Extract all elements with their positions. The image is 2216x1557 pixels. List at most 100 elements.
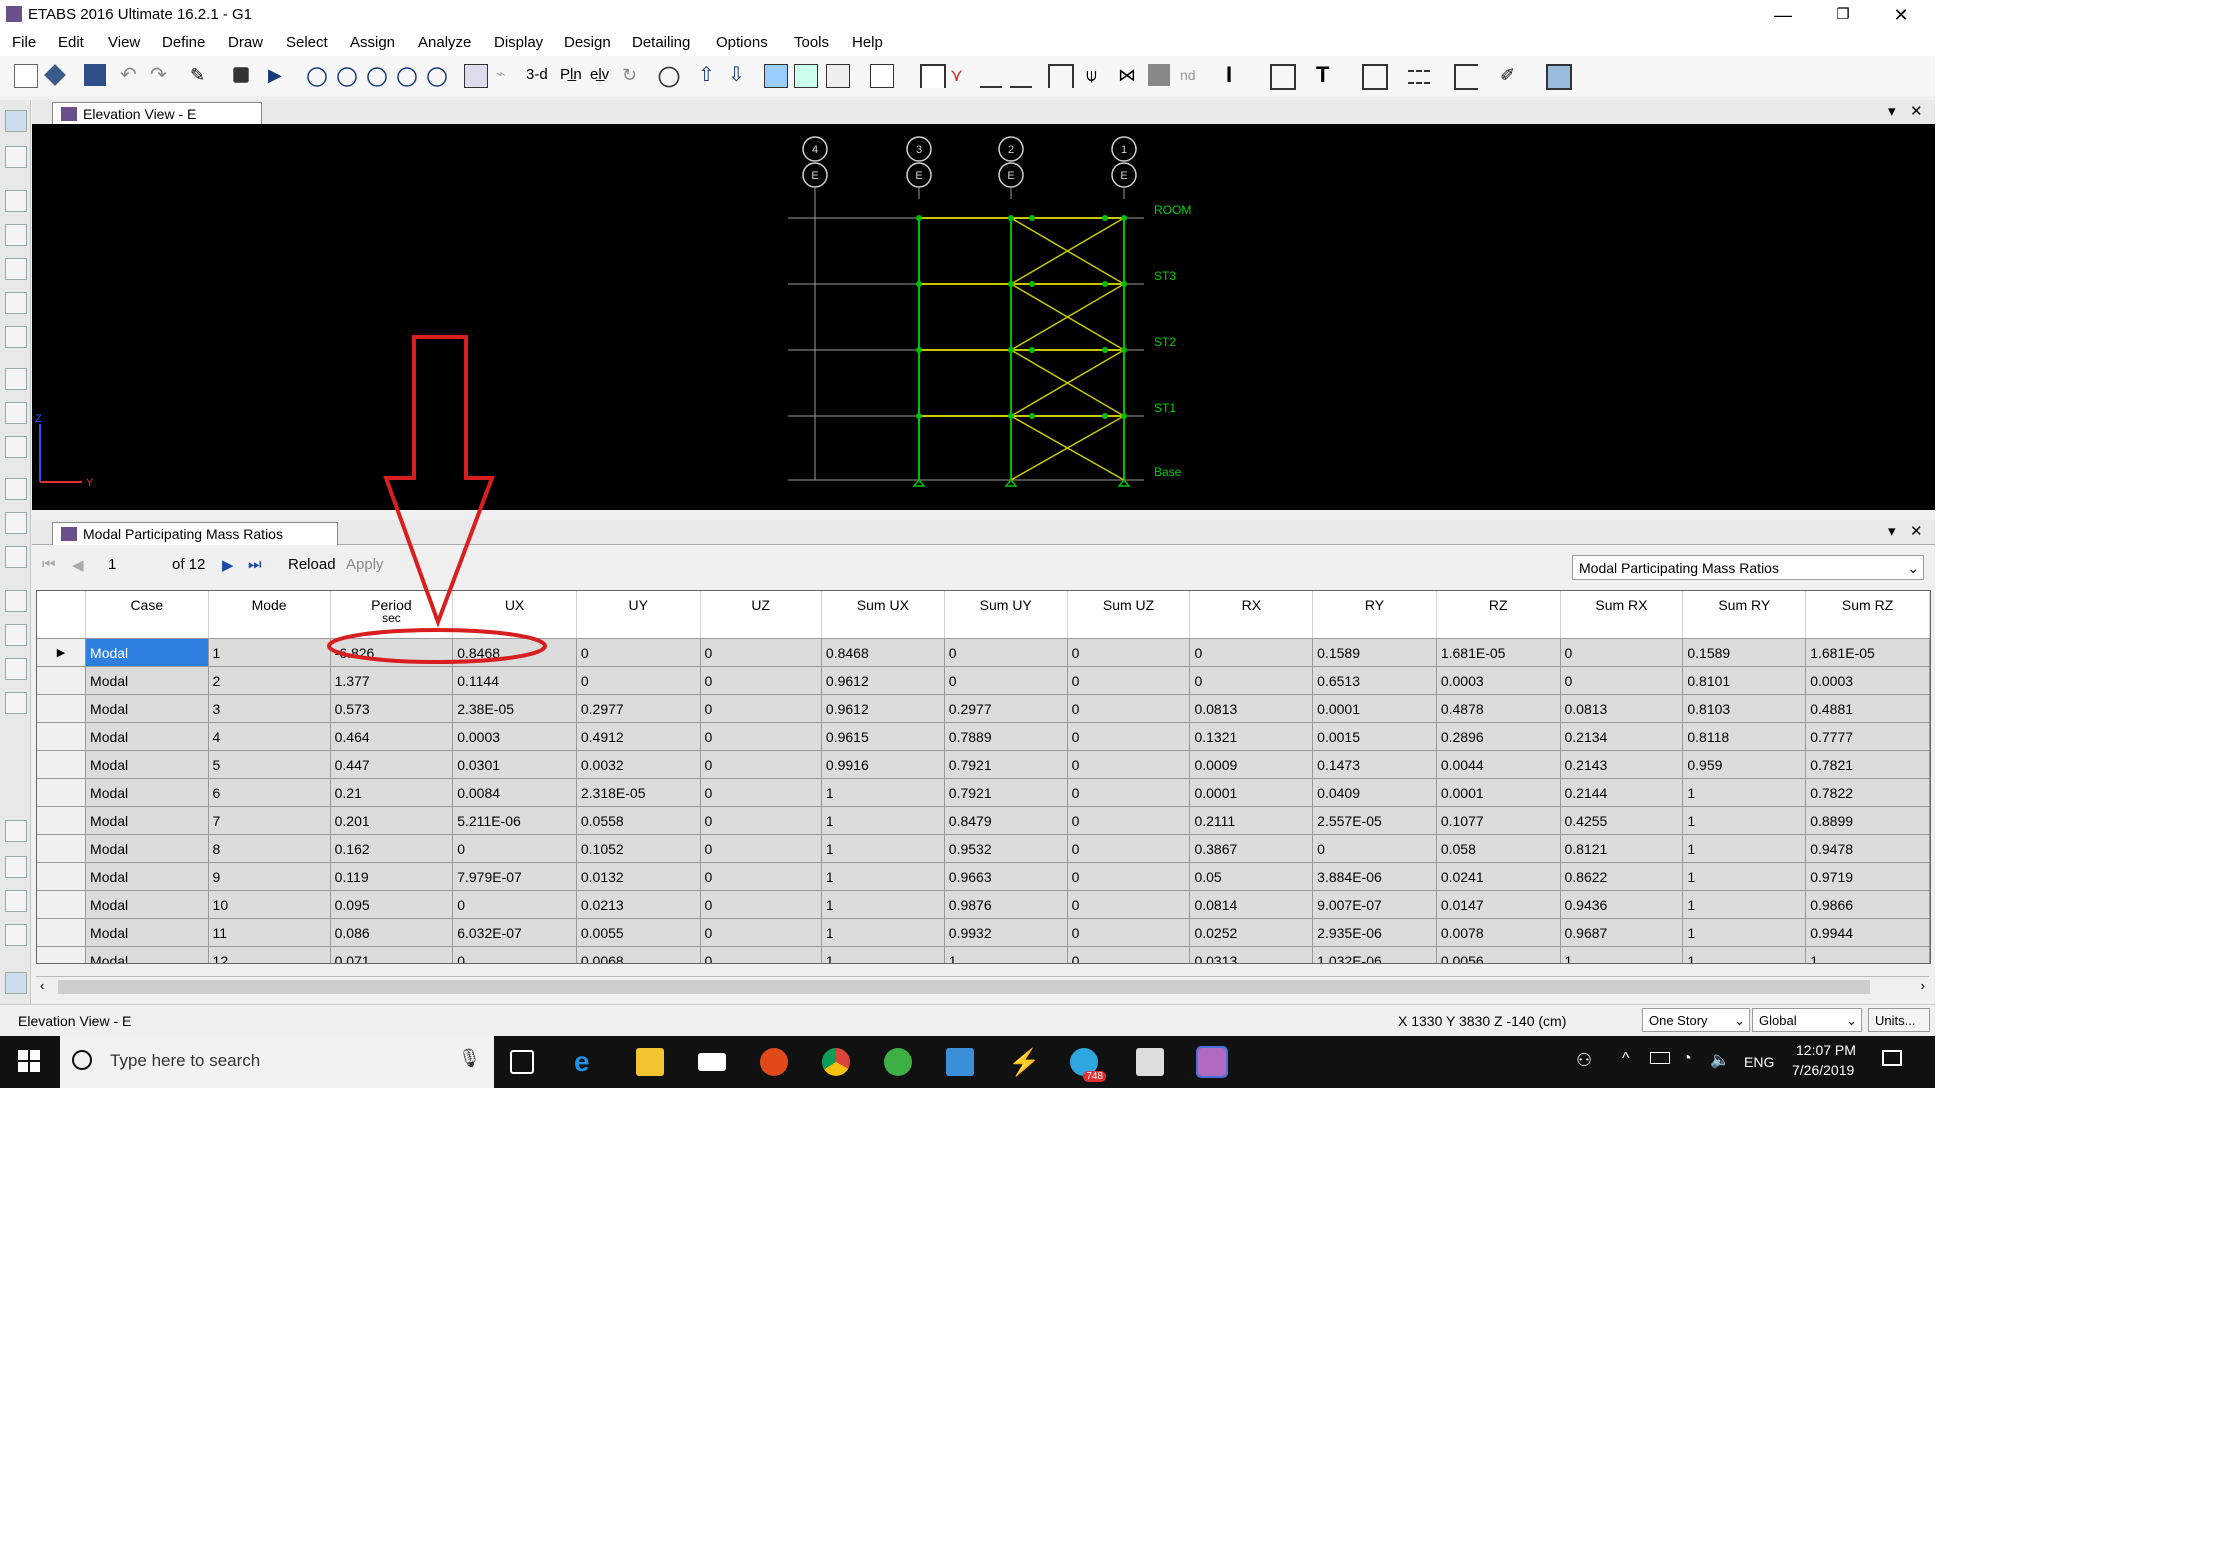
column-header[interactable]: RZ xyxy=(1436,591,1561,639)
table-cell[interactable]: 0 xyxy=(1189,638,1314,667)
snap-icon[interactable] xyxy=(5,924,27,946)
next-page-icon[interactable]: ▶ xyxy=(222,556,234,574)
table-cell[interactable]: 0.9687 xyxy=(1560,918,1684,947)
table-cell[interactable]: 0 xyxy=(700,946,822,963)
building-view-icon[interactable] xyxy=(826,64,850,88)
table-type-select[interactable]: Modal Participating Mass Ratios ⌄ xyxy=(1572,555,1924,580)
table-cell[interactable]: 0.6513 xyxy=(1312,666,1437,695)
menu-analyze[interactable]: Analyze xyxy=(418,34,471,51)
menu-draw[interactable]: Draw xyxy=(228,34,263,51)
table-cell[interactable]: 0 xyxy=(1067,862,1191,891)
table-cell[interactable]: 0.0009 xyxy=(1189,750,1314,779)
area-section-icon[interactable] xyxy=(1270,64,1296,90)
table-cell[interactable]: 0.4912 xyxy=(576,722,701,751)
table-cell[interactable]: Modal xyxy=(85,862,209,891)
table-cell[interactable]: 0.0814 xyxy=(1189,890,1314,919)
table-cell[interactable]: 0 xyxy=(700,750,822,779)
table-cell[interactable]: 0.7921 xyxy=(944,750,1068,779)
windows-start-icon[interactable] xyxy=(18,1050,40,1072)
menu-define[interactable]: Define xyxy=(162,34,205,51)
table-cell[interactable]: 0.9532 xyxy=(944,834,1068,863)
table-row[interactable]: Modal 4 0.464 0.0003 0.4912 0 0.9615 0.7889 0 0.1… xyxy=(37,722,1930,751)
row-selector[interactable]: ▶ xyxy=(37,638,87,667)
zoom-previous-icon[interactable] xyxy=(337,67,357,87)
table-cell[interactable]: 0.1144 xyxy=(452,666,577,695)
clock-time[interactable]: 12:07 PM xyxy=(1796,1042,1856,1058)
draw-joint-icon[interactable] xyxy=(5,190,27,212)
reaction-icon[interactable]: ⍦ xyxy=(1086,64,1108,86)
table-cell[interactable]: 0 xyxy=(700,890,822,919)
table-cell[interactable]: 2.318E-05 xyxy=(576,778,701,807)
table-cell[interactable]: 0 xyxy=(1067,918,1191,947)
move-up-icon[interactable]: ⇧ xyxy=(698,64,720,86)
table-cell[interactable]: 1.681E-05 xyxy=(1436,638,1561,667)
undo-icon[interactable]: ↶ xyxy=(120,64,142,86)
table-cell[interactable]: 0.1589 xyxy=(1312,638,1437,667)
table-cell[interactable]: 3.884E-06 xyxy=(1312,862,1437,891)
table-cell[interactable]: Modal xyxy=(85,946,209,963)
table-cell[interactable]: 0.0032 xyxy=(576,750,701,779)
scrollbar-thumb[interactable] xyxy=(58,980,1870,994)
table-cell[interactable]: 1.681E-05 xyxy=(1805,638,1930,667)
table-cell[interactable]: 0.0213 xyxy=(576,890,701,919)
row-selector[interactable] xyxy=(37,806,87,835)
draw-diagonal-icon[interactable] xyxy=(5,326,27,348)
volume-icon[interactable]: 🔈 xyxy=(1710,1050,1730,1070)
lock-icon[interactable] xyxy=(233,67,249,83)
plan-view-button[interactable]: Pl̲n xyxy=(560,64,586,86)
table-cell[interactable]: 0.1077 xyxy=(1436,806,1561,835)
menu-design[interactable]: Design xyxy=(564,34,611,51)
table-cell[interactable]: 0.2977 xyxy=(944,694,1068,723)
outlook-icon[interactable] xyxy=(946,1048,974,1076)
table-cell[interactable]: 7 xyxy=(208,806,331,835)
more-tools-icon[interactable] xyxy=(1546,64,1572,90)
table-cell[interactable]: 0 xyxy=(1067,722,1191,751)
scroll-left-icon[interactable]: ‹ xyxy=(40,978,44,993)
row-selector[interactable] xyxy=(37,778,87,807)
select-all-icon[interactable] xyxy=(5,820,27,842)
table-cell[interactable]: 0.0015 xyxy=(1312,722,1437,751)
table-cell[interactable]: 0 xyxy=(452,834,577,863)
table-cell[interactable]: 0.7921 xyxy=(944,778,1068,807)
draw-tendon-icon[interactable] xyxy=(5,658,27,680)
table-cell[interactable]: 1 xyxy=(1682,806,1807,835)
table-cell[interactable]: 2.38E-05 xyxy=(452,694,577,723)
row-selector[interactable] xyxy=(37,750,87,779)
reshape-icon[interactable] xyxy=(5,146,27,168)
table-cell[interactable]: 0.0084 xyxy=(452,778,577,807)
table-cell[interactable]: 0.0301 xyxy=(452,750,577,779)
zoom-all-icon[interactable] xyxy=(427,67,447,87)
table-cell[interactable]: 0.9615 xyxy=(821,722,945,751)
load-diagram-icon[interactable] xyxy=(980,64,1002,88)
table-cell[interactable]: 0 xyxy=(1067,750,1191,779)
pointer-icon[interactable] xyxy=(5,110,27,132)
table-cell[interactable]: 0.2144 xyxy=(1560,778,1684,807)
globe-app-icon[interactable] xyxy=(884,1048,912,1076)
table-cell[interactable]: 0.8121 xyxy=(1560,834,1684,863)
table-cell[interactable]: 1 xyxy=(1682,862,1807,891)
table-cell[interactable]: Modal xyxy=(85,778,209,807)
file-explorer-icon[interactable] xyxy=(636,1048,664,1076)
table-row[interactable]: Modal 8 0.162 0 0.1052 0 1 0.9532 0 0.3867 0 0.058 0… xyxy=(37,834,1930,863)
table-cell[interactable]: 0.9436 xyxy=(1560,890,1684,919)
apply-button[interactable]: Apply xyxy=(346,556,384,573)
table-cell[interactable]: 0.0313 xyxy=(1189,946,1314,963)
column-header[interactable]: RY xyxy=(1312,591,1437,639)
table-cell[interactable]: 0.071 xyxy=(330,946,454,963)
table-cell[interactable]: 0.2111 xyxy=(1189,806,1314,835)
table-cell[interactable]: 0.447 xyxy=(330,750,454,779)
tab-modal-participating-mass-ratios[interactable]: Modal Participating Mass Ratios xyxy=(52,522,338,545)
run-analysis-icon[interactable]: ▶ xyxy=(268,64,290,86)
table-cell[interactable]: 1 xyxy=(821,862,945,891)
table-cell[interactable]: 2.935E-06 xyxy=(1312,918,1437,947)
row-selector[interactable] xyxy=(37,890,87,919)
column-header[interactable]: Period sec xyxy=(330,591,454,639)
draw-column-icon[interactable] xyxy=(5,258,27,280)
taskbar-search-box[interactable]: Type here to search 🎙 xyxy=(60,1036,494,1088)
table-cell[interactable]: 0.0252 xyxy=(1189,918,1314,947)
table-cell[interactable]: 0 xyxy=(1312,834,1437,863)
pencil-icon[interactable]: ✎ xyxy=(190,64,212,86)
table-cell[interactable]: 1 xyxy=(1682,918,1807,947)
menu-edit[interactable]: Edit xyxy=(58,34,84,51)
menu-detailing[interactable]: Detailing xyxy=(632,34,690,51)
